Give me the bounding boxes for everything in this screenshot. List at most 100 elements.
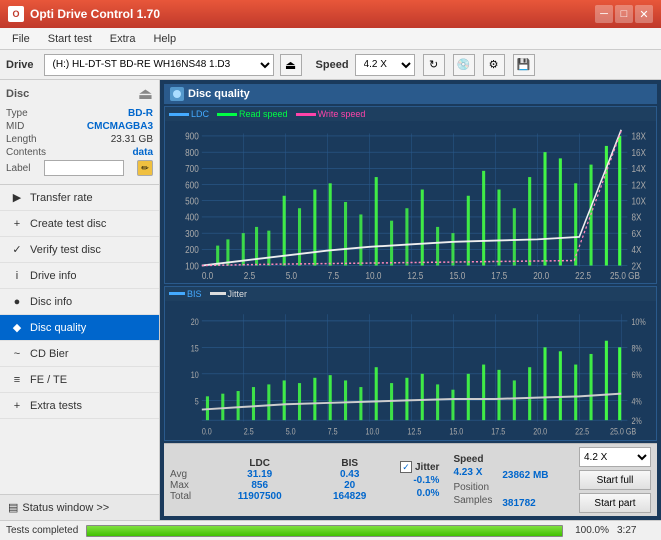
svg-text:14X: 14X bbox=[631, 163, 646, 174]
nav-disc-info-label: Disc info bbox=[30, 296, 72, 308]
bis-legend-color bbox=[169, 292, 185, 295]
jitter-checkbox[interactable]: ✓ bbox=[400, 461, 412, 473]
nav-extra-tests-label: Extra tests bbox=[30, 400, 82, 412]
jitter-header: ✓ Jitter bbox=[400, 461, 439, 473]
disc-button[interactable]: 💿 bbox=[453, 54, 475, 76]
svg-text:500: 500 bbox=[185, 196, 199, 207]
samples-value: 381782 bbox=[502, 498, 548, 509]
status-window-label: Status window >> bbox=[22, 502, 109, 514]
minimize-button[interactable]: ─ bbox=[595, 5, 613, 23]
lower-chart: BIS Jitter bbox=[164, 286, 657, 441]
status-text: Tests completed bbox=[6, 525, 78, 536]
svg-text:2.5: 2.5 bbox=[244, 427, 254, 437]
chart-title: Disc quality bbox=[188, 88, 250, 100]
sidebar-item-disc-info[interactable]: ● Disc info bbox=[0, 289, 159, 315]
eject-button[interactable]: ⏏ bbox=[280, 54, 302, 76]
legend-bis: BIS bbox=[169, 289, 202, 299]
svg-text:10X: 10X bbox=[631, 196, 646, 207]
nav-fe-te-label: FE / TE bbox=[30, 374, 67, 386]
settings-button[interactable]: ⚙ bbox=[483, 54, 505, 76]
sidebar-item-extra-tests[interactable]: + Extra tests bbox=[0, 393, 159, 419]
svg-text:900: 900 bbox=[185, 131, 199, 142]
svg-text:10.0: 10.0 bbox=[365, 427, 379, 437]
sidebar-item-verify-test-disc[interactable]: ✓ Verify test disc bbox=[0, 237, 159, 263]
write-speed-legend-label: Write speed bbox=[318, 109, 366, 119]
bis-col-header: BIS bbox=[309, 458, 390, 469]
sidebar-item-create-test-disc[interactable]: + Create test disc bbox=[0, 211, 159, 237]
avg-row-label: Avg bbox=[170, 469, 210, 480]
svg-text:16X: 16X bbox=[631, 147, 646, 158]
max-row-label: Max bbox=[170, 480, 210, 491]
nav-transfer-rate-label: Transfer rate bbox=[30, 192, 93, 204]
sidebar-item-fe-te[interactable]: ≡ FE / TE bbox=[0, 367, 159, 393]
legend-write-speed: Write speed bbox=[296, 109, 366, 119]
svg-text:10: 10 bbox=[191, 370, 199, 380]
svg-text:20.0: 20.0 bbox=[533, 427, 547, 437]
jitter-section: ✓ Jitter -0.1% 0.0% bbox=[400, 461, 439, 499]
svg-text:7.5: 7.5 bbox=[328, 271, 339, 282]
lower-chart-svg: 20 15 10 5 10% 8% 6% 4% 2% 0.0 2.5 5.0 7… bbox=[165, 301, 656, 440]
svg-text:20: 20 bbox=[191, 317, 199, 327]
extra-tests-icon: + bbox=[10, 399, 24, 413]
disc-contents-label: Contents bbox=[6, 147, 46, 158]
disc-quality-icon: ◆ bbox=[10, 321, 24, 335]
svg-text:800: 800 bbox=[185, 147, 199, 158]
speed-section: Speed 4.23 X Position Samples bbox=[453, 454, 492, 506]
position-label: Position bbox=[453, 482, 492, 493]
save-button[interactable]: 💾 bbox=[513, 54, 535, 76]
nav-drive-info-label: Drive info bbox=[30, 270, 76, 282]
status-window-button[interactable]: ▤ Status window >> bbox=[0, 494, 159, 520]
speed-select[interactable]: 4.2 X bbox=[355, 54, 415, 76]
disc-section: Disc ⏏ Type BD-R MID CMCMAGBA3 Length 23… bbox=[0, 80, 159, 185]
disc-header: Disc ⏏ bbox=[6, 84, 153, 104]
main-area: Disc ⏏ Type BD-R MID CMCMAGBA3 Length 23… bbox=[0, 80, 661, 520]
disc-mid-row: MID CMCMAGBA3 bbox=[6, 121, 153, 132]
stats-table: LDC BIS Avg 31.19 0.43 Max 856 20 Total … bbox=[170, 458, 390, 502]
svg-text:25.0 GB: 25.0 GB bbox=[610, 427, 637, 437]
svg-text:17.5: 17.5 bbox=[491, 271, 507, 282]
label-edit-button[interactable]: ✏ bbox=[137, 160, 153, 176]
disc-eject-icon[interactable]: ⏏ bbox=[138, 84, 153, 104]
menu-file[interactable]: File bbox=[4, 31, 38, 47]
disc-type-row: Type BD-R bbox=[6, 108, 153, 119]
avg-jitter-value: -0.1% bbox=[400, 475, 439, 486]
progress-bar bbox=[86, 525, 563, 537]
nav-cd-bier-label: CD Bier bbox=[30, 348, 69, 360]
read-speed-legend-label: Read speed bbox=[239, 109, 288, 119]
svg-text:10.0: 10.0 bbox=[365, 271, 381, 282]
title-controls: ─ □ ✕ bbox=[595, 5, 653, 23]
speed-dropdown[interactable]: 4.2 X bbox=[579, 447, 651, 467]
drive-label: Drive bbox=[6, 59, 34, 71]
max-ldc-value: 856 bbox=[210, 480, 309, 491]
maximize-button[interactable]: □ bbox=[615, 5, 633, 23]
start-full-button[interactable]: Start full bbox=[579, 470, 651, 490]
legend-read-speed: Read speed bbox=[217, 109, 288, 119]
lower-legend: BIS Jitter bbox=[165, 287, 656, 301]
app-title: Opti Drive Control 1.70 bbox=[30, 7, 160, 21]
chart-title-bar: Disc quality bbox=[164, 84, 657, 104]
svg-text:4%: 4% bbox=[631, 396, 642, 406]
menu-extra[interactable]: Extra bbox=[102, 31, 144, 47]
cd-bier-icon: ~ bbox=[10, 347, 24, 361]
svg-text:15: 15 bbox=[191, 343, 199, 353]
start-part-button[interactable]: Start part bbox=[579, 493, 651, 513]
drive-select[interactable]: (H:) HL-DT-ST BD-RE WH16NS48 1.D3 bbox=[44, 54, 274, 76]
progress-time: 3:27 bbox=[617, 525, 655, 536]
sidebar-item-disc-quality[interactable]: ◆ Disc quality bbox=[0, 315, 159, 341]
close-button[interactable]: ✕ bbox=[635, 5, 653, 23]
sidebar-item-cd-bier[interactable]: ~ CD Bier bbox=[0, 341, 159, 367]
svg-text:5: 5 bbox=[195, 396, 199, 406]
svg-text:8X: 8X bbox=[631, 212, 641, 223]
sidebar-item-drive-info[interactable]: i Drive info bbox=[0, 263, 159, 289]
svg-text:6%: 6% bbox=[631, 370, 642, 380]
ldc-col-header: LDC bbox=[210, 458, 309, 469]
max-jitter-value: 0.0% bbox=[400, 488, 439, 499]
label-input[interactable] bbox=[44, 160, 124, 176]
disc-label-row: Label ✏ bbox=[6, 160, 153, 176]
menu-start-test[interactable]: Start test bbox=[40, 31, 100, 47]
sidebar-item-transfer-rate[interactable]: ▶ Transfer rate bbox=[0, 185, 159, 211]
menu-help[interactable]: Help bbox=[145, 31, 184, 47]
fe-te-icon: ≡ bbox=[10, 373, 24, 387]
disc-label-label: Label bbox=[6, 163, 30, 174]
refresh-button[interactable]: ↻ bbox=[423, 54, 445, 76]
